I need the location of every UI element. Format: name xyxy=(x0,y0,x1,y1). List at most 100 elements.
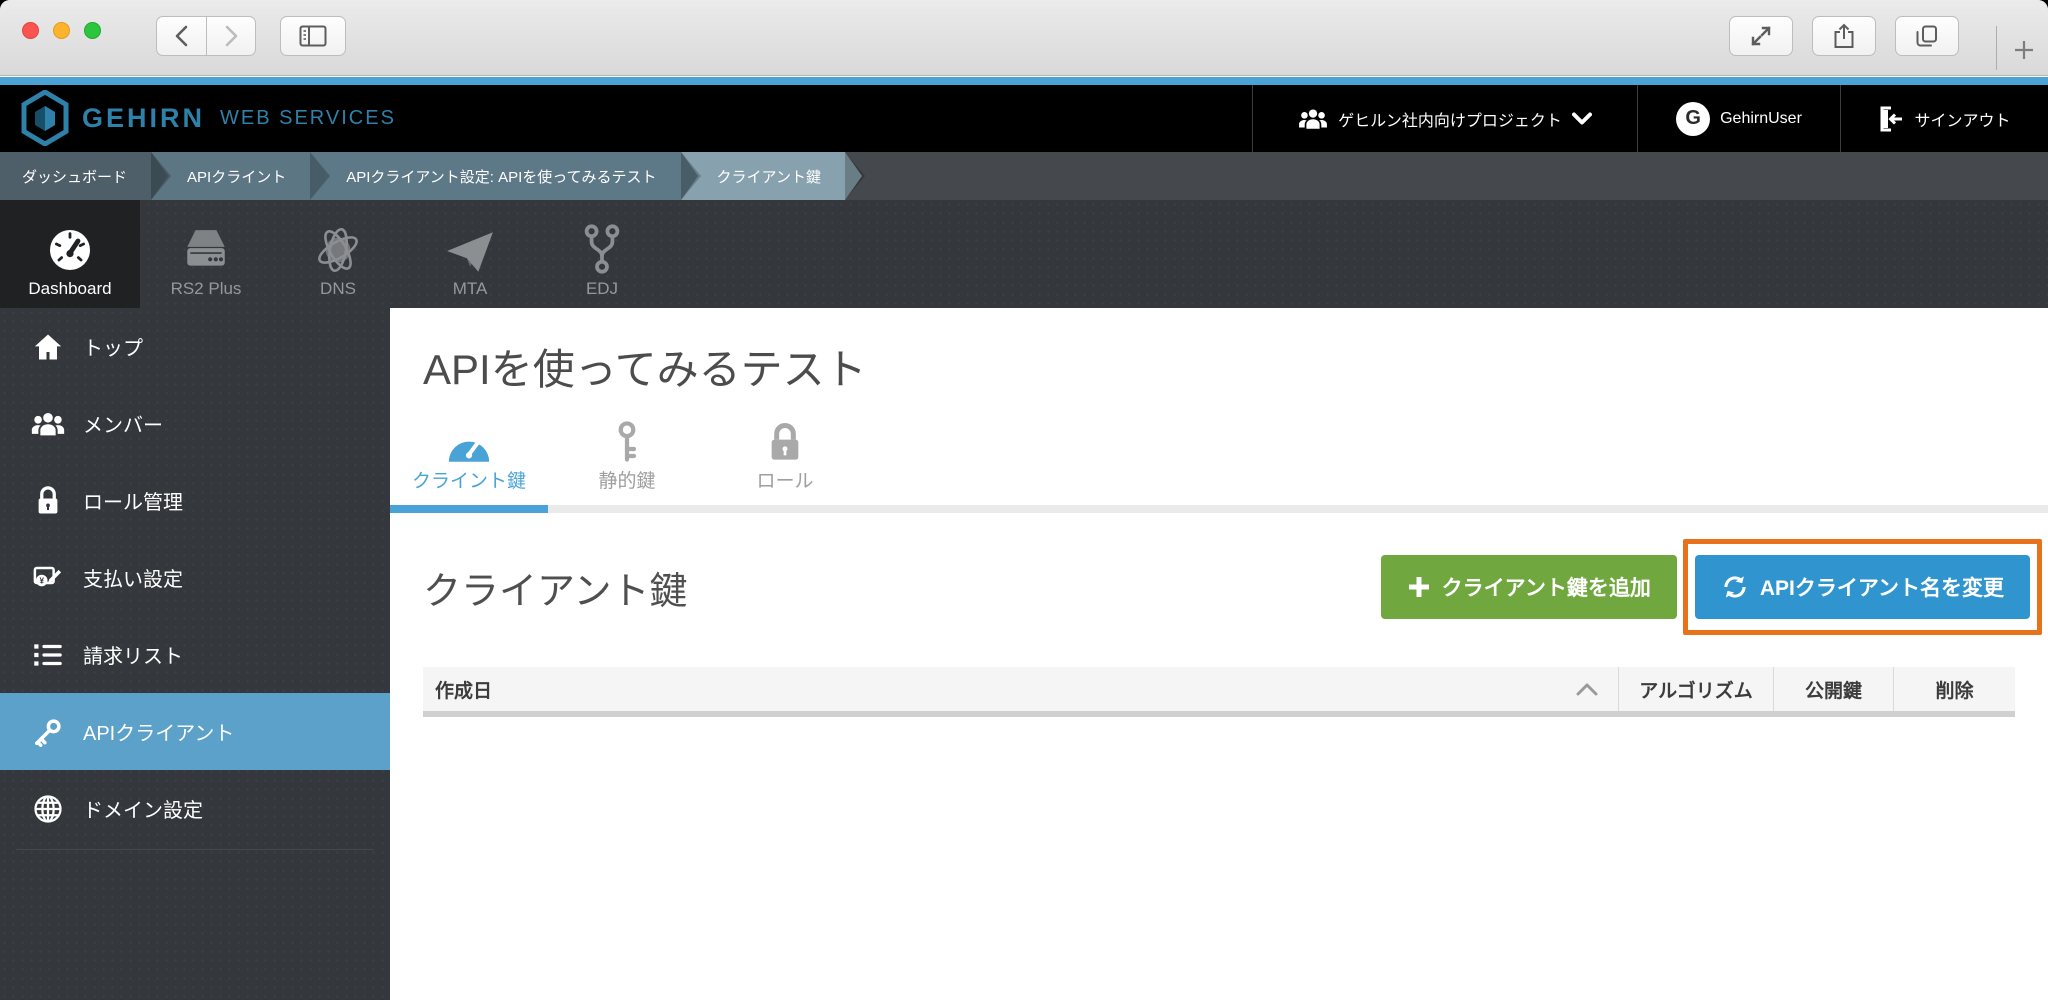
breadcrumb-client-keys[interactable]: クライアント鍵 xyxy=(681,152,845,200)
project-selector-label: ゲヒルン社内向けプロジェクト xyxy=(1338,107,1562,131)
service-tab-dns[interactable]: DNS xyxy=(272,200,404,308)
sidebar-item-label: ロール管理 xyxy=(83,486,183,515)
chevron-left-icon xyxy=(174,25,189,47)
svg-text:¥: ¥ xyxy=(39,576,44,585)
signout-door-icon xyxy=(1878,106,1904,132)
show-tabs-button[interactable] xyxy=(1895,16,1959,56)
browser-toolbar xyxy=(0,0,2048,76)
main-content: APIを使ってみるテスト クライント鍵 静的鍵 ロール xyxy=(390,308,2048,1000)
service-tab-rs2plus[interactable]: RS2 Plus xyxy=(140,200,272,308)
sidebar-item-roles[interactable]: ロール管理 xyxy=(0,462,390,539)
service-tab-dashboard[interactable]: Dashboard xyxy=(0,200,140,308)
gauge-icon xyxy=(447,419,491,463)
users-icon xyxy=(1298,108,1328,130)
username-label: GehirnUser xyxy=(1720,110,1802,128)
back-button[interactable] xyxy=(156,16,206,56)
payment-icon: ¥ xyxy=(30,563,66,593)
rename-api-client-button[interactable]: APIクライアント名を変更 xyxy=(1695,555,2030,619)
close-window-button[interactable] xyxy=(22,22,39,39)
sidebar-item-top[interactable]: トップ xyxy=(0,308,390,385)
tab-static-keys[interactable]: 静的鍵 xyxy=(548,419,706,505)
server-icon xyxy=(181,222,231,274)
fullscreen-button[interactable] xyxy=(1729,16,1793,56)
breadcrumb-api-clients[interactable]: APIクライント xyxy=(151,152,310,200)
new-tab-button[interactable] xyxy=(2004,30,2044,70)
tab-label: ロール xyxy=(756,466,813,493)
service-tab-label: Dashboard xyxy=(28,279,111,299)
tab-separator xyxy=(1996,26,1997,70)
sidebar-item-payment[interactable]: ¥ 支払い設定 xyxy=(0,539,390,616)
forward-button[interactable] xyxy=(206,16,256,56)
sidebar-item-domains[interactable]: ドメイン設定 xyxy=(0,770,390,847)
breadcrumb-api-client-settings[interactable]: APIクライアント設定: APIを使ってみるテスト xyxy=(310,152,680,200)
lock-icon xyxy=(30,486,66,516)
action-highlight-box: APIクライアント名を変更 xyxy=(1683,539,2042,635)
column-header-created[interactable]: 作成日 xyxy=(423,667,1618,711)
tab-bar: クライント鍵 静的鍵 ロール xyxy=(390,419,2048,513)
sidebar: トップ メンバー ロール管理 ¥ 支払い設定 請求リスト APIクライアント ド… xyxy=(0,308,390,1000)
gauge-icon xyxy=(46,222,94,274)
sidebar-item-label: トップ xyxy=(83,332,143,361)
signout-label: サインアウト xyxy=(1914,107,2010,131)
tabs-overview-icon xyxy=(1915,24,1939,48)
share-icon xyxy=(1833,23,1855,49)
hexagon-logo-icon xyxy=(21,90,69,146)
sidebar-item-label: ドメイン設定 xyxy=(83,794,203,823)
breadcrumb: ダッシュボード APIクライント APIクライアント設定: APIを使ってみるテ… xyxy=(0,152,2048,200)
table-header-row: 作成日 アルゴリズム 公開鍵 削除 xyxy=(423,667,2015,717)
zoom-window-button[interactable] xyxy=(84,22,101,39)
column-header-delete[interactable]: 削除 xyxy=(1893,667,2015,711)
paper-plane-icon xyxy=(445,222,495,274)
signout-button[interactable]: サインアウト xyxy=(1840,85,2048,152)
chevron-right-icon xyxy=(224,25,239,47)
key-icon xyxy=(30,717,66,747)
sidebar-item-label: APIクライアント xyxy=(83,717,234,746)
project-selector[interactable]: ゲヒルン社内向けプロジェクト xyxy=(1252,85,1637,152)
expand-arrows-icon xyxy=(1749,24,1773,48)
column-header-algorithm[interactable]: アルゴリズム xyxy=(1618,667,1773,711)
plus-icon xyxy=(1407,575,1431,599)
key-icon xyxy=(614,419,640,463)
gehirn-logo[interactable]: GEHIRN WEB SERVICES xyxy=(21,90,396,146)
sidebar-item-api-clients[interactable]: APIクライアント xyxy=(0,693,390,770)
plus-icon xyxy=(2013,39,2035,61)
home-icon xyxy=(30,332,66,362)
sidebar-item-label: 請求リスト xyxy=(83,640,183,669)
service-tab-label: MTA xyxy=(453,279,488,299)
service-tab-label: DNS xyxy=(320,279,356,299)
share-button[interactable] xyxy=(1812,16,1876,56)
sidebar-panel-icon xyxy=(299,25,327,47)
sidebar-toggle-button[interactable] xyxy=(280,16,346,56)
logo-primary-text: GEHIRN xyxy=(82,103,205,134)
tab-label: 静的鍵 xyxy=(598,466,655,493)
service-switcher: Dashboard RS2 Plus DNS MTA EDJ xyxy=(0,200,2048,308)
app-header: GEHIRN WEB SERVICES ゲヒルン社内向けプロジェクト G Geh… xyxy=(0,85,2048,152)
service-tab-mta[interactable]: MTA xyxy=(404,200,536,308)
tab-client-keys[interactable]: クライント鍵 xyxy=(390,419,548,513)
breadcrumb-dashboard[interactable]: ダッシュボード xyxy=(0,152,151,200)
sidebar-item-invoices[interactable]: 請求リスト xyxy=(0,616,390,693)
user-menu[interactable]: G GehirnUser xyxy=(1637,85,1840,152)
section-header: クライアント鍵 クライアント鍵を追加 APIクライアント名を変更 xyxy=(423,539,2042,635)
service-tab-label: RS2 Plus xyxy=(171,279,242,299)
chevron-down-icon xyxy=(1572,112,1592,126)
lock-icon xyxy=(768,419,802,463)
add-client-key-label: クライアント鍵を追加 xyxy=(1442,572,1651,602)
section-title: クライアント鍵 xyxy=(423,560,1381,615)
globe-icon xyxy=(30,794,66,824)
refresh-icon xyxy=(1721,573,1749,601)
service-tab-label: EDJ xyxy=(586,279,618,299)
sort-ascending-icon[interactable] xyxy=(1576,683,1598,696)
sidebar-item-label: 支払い設定 xyxy=(83,563,183,592)
column-header-public-key[interactable]: 公開鍵 xyxy=(1773,667,1893,711)
logo-secondary-text: WEB SERVICES xyxy=(220,107,396,130)
list-icon xyxy=(30,642,66,668)
tab-roles[interactable]: ロール xyxy=(706,419,864,505)
minimize-window-button[interactable] xyxy=(53,22,70,39)
sidebar-item-members[interactable]: メンバー xyxy=(0,385,390,462)
sidebar-divider xyxy=(16,849,374,850)
traffic-lights xyxy=(22,22,101,39)
service-tab-edj[interactable]: EDJ xyxy=(536,200,668,308)
add-client-key-button[interactable]: クライアント鍵を追加 xyxy=(1381,555,1677,619)
page-title: APIを使ってみるテスト xyxy=(423,336,2015,397)
